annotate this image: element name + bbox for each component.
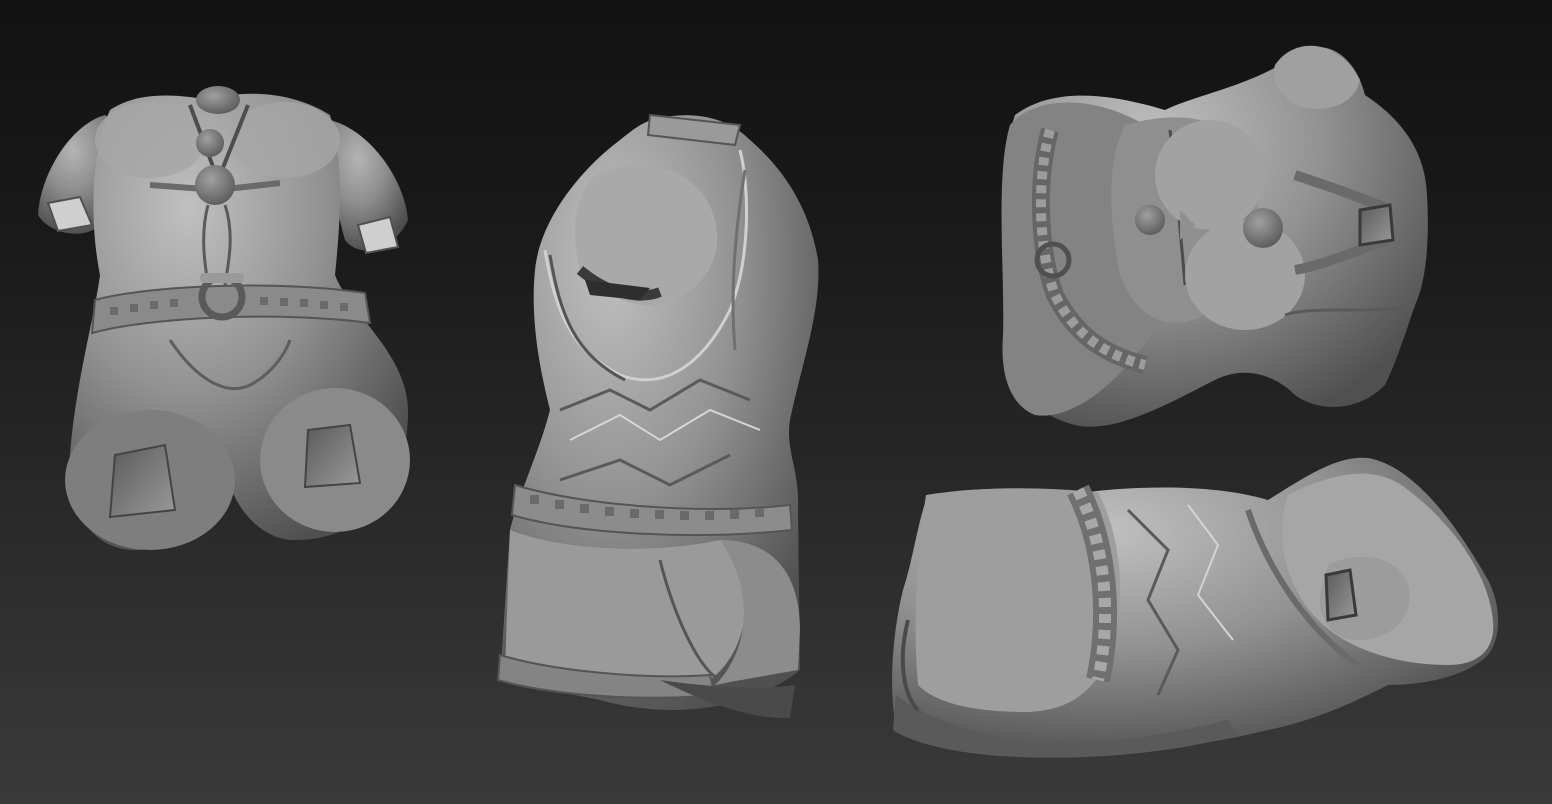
torso-top-view — [1001, 45, 1428, 427]
torso-side-view — [892, 457, 1499, 758]
torso-back-view — [496, 113, 819, 719]
torso-front-view — [38, 86, 410, 551]
sculpt-viewport[interactable] — [0, 0, 1552, 804]
